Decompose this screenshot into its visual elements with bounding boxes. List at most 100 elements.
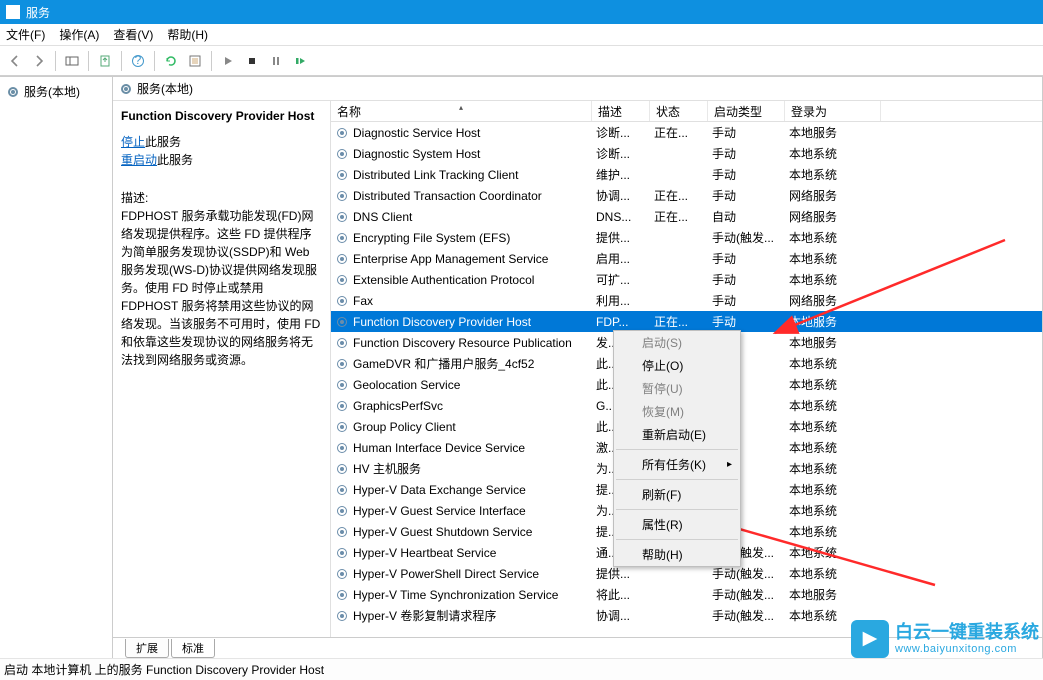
service-row[interactable]: Diagnostic System Host诊断...手动本地系统 bbox=[331, 143, 1042, 164]
service-row[interactable]: Distributed Link Tracking Client维护...手动本… bbox=[331, 164, 1042, 185]
service-name-cell: Enterprise App Management Service bbox=[353, 252, 548, 266]
panel-title-row: 服务(本地) bbox=[113, 77, 1042, 101]
separator bbox=[154, 51, 155, 71]
menu-file[interactable]: 文件(F) bbox=[6, 26, 45, 43]
context-menu-item[interactable]: 停止(O) bbox=[614, 354, 740, 377]
restart-service-button[interactable] bbox=[289, 50, 311, 72]
service-desc-cell: 协调... bbox=[592, 607, 650, 624]
gear-icon bbox=[335, 462, 349, 476]
menu-view[interactable]: 查看(V) bbox=[113, 26, 153, 43]
service-row[interactable]: Enterprise App Management Service 启用... 手动… bbox=[331, 248, 1042, 269]
context-menu-item: 暂停(U) bbox=[614, 377, 740, 400]
service-row[interactable]: DNS ClientDNS...正在...自动网络服务 bbox=[331, 206, 1042, 227]
service-name-cell: Hyper-V Heartbeat Service bbox=[353, 546, 496, 560]
show-hide-button[interactable] bbox=[61, 50, 83, 72]
separator bbox=[121, 51, 122, 71]
service-start-cell: 手动(触发... bbox=[708, 607, 785, 624]
context-menu[interactable]: 启动(S)停止(O)暂停(U)恢复(M)重新启动(E)所有任务(K)刷新(F)属… bbox=[613, 330, 741, 567]
menu-action[interactable]: 操作(A) bbox=[59, 26, 99, 43]
service-desc-cell: 启用... bbox=[592, 250, 650, 267]
service-name-cell: Encrypting File System (EFS) bbox=[353, 231, 510, 245]
service-row[interactable]: Fax利用...手动网络服务 bbox=[331, 290, 1042, 311]
service-name-cell: Function Discovery Provider Host bbox=[353, 315, 531, 329]
service-name-cell: Group Policy Client bbox=[353, 420, 456, 434]
service-desc-cell: 协调... bbox=[592, 187, 650, 204]
stop-link[interactable]: 停止 bbox=[121, 133, 145, 151]
service-logon-cell: 本地系统 bbox=[785, 376, 881, 393]
pause-service-button[interactable] bbox=[265, 50, 287, 72]
service-row[interactable]: Encrypting File System (EFS)提供...手动(触发..… bbox=[331, 227, 1042, 248]
context-menu-item[interactable]: 重新启动(E) bbox=[614, 423, 740, 446]
tab-extended[interactable]: 扩展 bbox=[125, 639, 169, 658]
service-name-cell: Hyper-V PowerShell Direct Service bbox=[353, 567, 539, 581]
back-button[interactable] bbox=[4, 50, 26, 72]
tree-node-services-local[interactable]: 服务(本地) bbox=[2, 81, 110, 102]
service-desc-cell: 将此... bbox=[592, 586, 650, 603]
stop-link-suffix: 此服务 bbox=[145, 135, 181, 149]
service-start-cell: 手动 bbox=[708, 187, 785, 204]
service-logon-cell: 本地系统 bbox=[785, 460, 881, 477]
forward-button[interactable] bbox=[28, 50, 50, 72]
context-menu-item[interactable]: 帮助(H) bbox=[614, 543, 740, 566]
service-logon-cell: 本地系统 bbox=[785, 439, 881, 456]
context-menu-item[interactable]: 刷新(F) bbox=[614, 483, 740, 506]
watermark: 白云一键重装系统 www.baiyunxitong.com bbox=[851, 620, 1039, 658]
service-name-cell: Human Interface Device Service bbox=[353, 441, 525, 455]
col-header-name[interactable]: 名称▴ bbox=[331, 101, 592, 121]
tab-standard[interactable]: 标准 bbox=[171, 639, 215, 658]
service-name-cell: GraphicsPerfSvc bbox=[353, 399, 443, 413]
help-button[interactable]: ? bbox=[127, 50, 149, 72]
menu-help[interactable]: 帮助(H) bbox=[167, 26, 208, 43]
gear-icon bbox=[335, 273, 349, 287]
service-start-cell: 手动 bbox=[708, 313, 785, 330]
gear-icon bbox=[335, 504, 349, 518]
service-row[interactable]: Extensible Authentication Protocol可扩...手… bbox=[331, 269, 1042, 290]
separator bbox=[88, 51, 89, 71]
col-header-start[interactable]: 启动类型 bbox=[708, 101, 785, 121]
service-start-cell: 手动 bbox=[708, 250, 785, 267]
service-row[interactable]: Hyper-V Time Synchronization Service 将此..… bbox=[331, 584, 1042, 605]
context-menu-item[interactable]: 所有任务(K) bbox=[614, 453, 740, 476]
service-logon-cell: 本地系统 bbox=[785, 523, 881, 540]
separator bbox=[211, 51, 212, 71]
restart-link-suffix: 此服务 bbox=[157, 153, 193, 167]
menu-separator bbox=[616, 449, 738, 450]
service-row[interactable]: Distributed Transaction Coordinator协调...… bbox=[331, 185, 1042, 206]
service-logon-cell: 本地系统 bbox=[785, 271, 881, 288]
detail-pane: Function Discovery Provider Host 停止此服务 重… bbox=[113, 101, 331, 637]
refresh-button[interactable] bbox=[160, 50, 182, 72]
gear-icon bbox=[335, 483, 349, 497]
col-header-logon[interactable]: 登录为 bbox=[785, 101, 881, 121]
service-logon-cell: 本地系统 bbox=[785, 145, 881, 162]
gear-icon bbox=[119, 82, 133, 96]
service-status-cell: 正在... bbox=[650, 187, 708, 204]
context-menu-item: 启动(S) bbox=[614, 331, 740, 354]
restart-link[interactable]: 重启动 bbox=[121, 151, 157, 169]
title-bar: 服务 bbox=[0, 0, 1043, 24]
app-icon bbox=[6, 5, 20, 19]
export-button[interactable] bbox=[94, 50, 116, 72]
col-header-status[interactable]: 状态 bbox=[650, 101, 708, 121]
gear-icon bbox=[335, 336, 349, 350]
detail-service-name: Function Discovery Provider Host bbox=[121, 107, 322, 125]
column-headers: 名称▴ 描述 状态 启动类型 登录为 bbox=[331, 101, 1042, 122]
stop-service-button[interactable] bbox=[241, 50, 263, 72]
main-body: 服务(本地) 服务(本地) Function Discovery Provide… bbox=[0, 76, 1043, 658]
gear-icon bbox=[335, 189, 349, 203]
properties-button[interactable] bbox=[184, 50, 206, 72]
service-name-cell: Hyper-V Data Exchange Service bbox=[353, 483, 526, 497]
watermark-logo-icon bbox=[851, 620, 889, 658]
service-desc-cell: 诊断... bbox=[592, 145, 650, 162]
col-header-desc[interactable]: 描述 bbox=[592, 101, 650, 121]
service-name-cell: Hyper-V Guest Shutdown Service bbox=[353, 525, 532, 539]
service-name-cell: Hyper-V Time Synchronization Service bbox=[353, 588, 558, 602]
start-service-button[interactable] bbox=[217, 50, 239, 72]
service-row[interactable]: Diagnostic Service Host诊断...正在...手动本地服务 bbox=[331, 122, 1042, 143]
menu-bar: 文件(F) 操作(A) 查看(V) 帮助(H) bbox=[0, 24, 1043, 46]
description-text: FDPHOST 服务承载功能发现(FD)网络发现提供程序。这些 FD 提供程序为… bbox=[121, 207, 322, 369]
gear-icon bbox=[335, 609, 349, 623]
service-row[interactable]: Function Discovery Provider HostFDP...正在… bbox=[331, 311, 1042, 332]
context-menu-item[interactable]: 属性(R) bbox=[614, 513, 740, 536]
separator bbox=[55, 51, 56, 71]
service-name-cell: Function Discovery Resource Publication bbox=[353, 336, 572, 350]
